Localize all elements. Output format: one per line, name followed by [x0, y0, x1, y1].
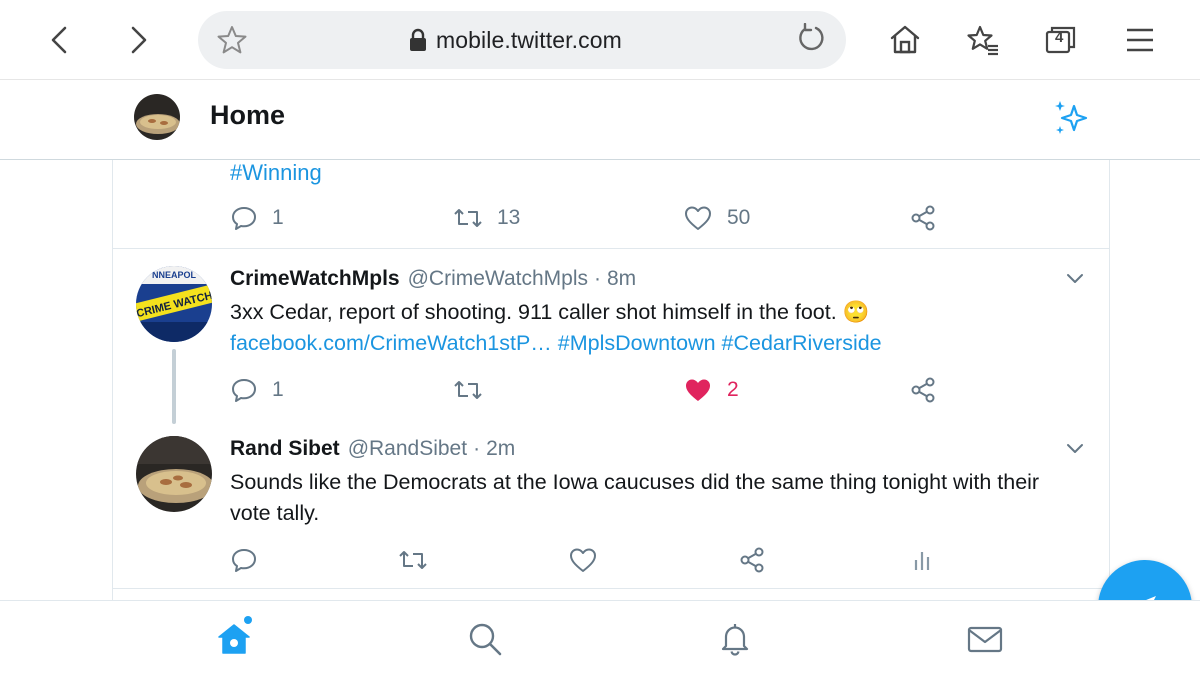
share-icon: [911, 205, 935, 231]
heart-icon: [570, 548, 596, 572]
address-bar[interactable]: mobile.twitter.com: [198, 11, 846, 69]
back-button[interactable]: [35, 15, 85, 65]
nav-messages[interactable]: [965, 619, 1005, 659]
hamburger-menu-icon: [1127, 28, 1153, 52]
reply-icon: [232, 379, 256, 402]
chevron-right-icon: [131, 26, 147, 54]
reply-button[interactable]: 1: [230, 375, 284, 405]
bottom-navigation: [0, 600, 1200, 675]
timestamp[interactable]: 8m: [607, 267, 636, 290]
tweet[interactable]: #Winning 1 13 50: [113, 160, 1109, 249]
reply-icon: [232, 207, 256, 230]
share-icon: [911, 377, 935, 403]
display-name[interactable]: Rand Sibet: [230, 437, 340, 460]
bookmarks-button[interactable]: [958, 15, 1008, 65]
hashtag-link[interactable]: #MplsDowntown: [558, 331, 716, 355]
tab-count: 4: [1055, 29, 1064, 46]
handle[interactable]: @RandSibet: [348, 437, 467, 460]
analytics-icon: [914, 552, 930, 570]
retweet-icon: [454, 381, 482, 399]
share-button[interactable]: [909, 375, 937, 405]
tweet-links: facebook.com/CrimeWatch1stP… #MplsDownto…: [230, 328, 1070, 359]
tweet[interactable]: Rand Sibet @RandSibet · 2m Sounds like the …: [113, 419, 1109, 589]
like-count: 50: [727, 206, 751, 229]
app-header: Home: [0, 80, 1200, 160]
retweet-icon: [454, 209, 482, 227]
retweet-button[interactable]: [398, 545, 428, 575]
sparkle-icon: [1055, 101, 1088, 134]
top-tweets-button[interactable]: [1052, 98, 1092, 143]
tweet-menu-button[interactable]: [1064, 439, 1086, 462]
share-button[interactable]: [909, 203, 937, 233]
pizza-photo-icon: [134, 94, 180, 140]
hashtag-link[interactable]: #Winning: [230, 160, 322, 186]
like-button[interactable]: [568, 545, 598, 575]
browser-home-icon: [890, 25, 920, 54]
like-button[interactable]: 50: [683, 203, 750, 233]
tweet[interactable]: NNEAPOL CRIME WATCH CrimeWatchMpls @Crime…: [113, 249, 1109, 424]
nav-notifications[interactable]: [715, 619, 755, 659]
bookmark-star-icon[interactable]: [216, 24, 248, 56]
browser-toolbar: mobile.twitter.com 4: [0, 0, 1200, 80]
heart-icon: [685, 206, 711, 230]
profile-avatar[interactable]: [134, 94, 180, 140]
reload-icon[interactable]: [794, 23, 826, 55]
retweet-button[interactable]: [453, 375, 483, 405]
home-button[interactable]: [880, 15, 930, 65]
new-content-indicator: [244, 616, 252, 624]
bookmarks-star-list-icon: [967, 25, 998, 56]
forward-button[interactable]: [113, 15, 163, 65]
share-icon: [740, 547, 764, 573]
bell-icon: [721, 624, 749, 656]
tweet-actions: 1 2: [230, 375, 950, 405]
lock-icon: [410, 28, 426, 51]
timeline: #Winning 1 13 50 NNEAPOL CRIME WATCH Cri…: [112, 160, 1110, 600]
tweet-menu-button[interactable]: [1064, 269, 1086, 292]
retweet-button[interactable]: 13: [453, 203, 520, 233]
hashtag-link[interactable]: #CedarRiverside: [722, 331, 882, 355]
svg-text:NNEAPOL: NNEAPOL: [152, 270, 197, 280]
reply-count: 1: [272, 378, 284, 401]
retweet-count: 13: [497, 206, 521, 229]
retweet-icon: [399, 551, 427, 569]
menu-button[interactable]: [1115, 15, 1165, 65]
page-title: Home: [210, 100, 286, 130]
nav-search[interactable]: [465, 619, 505, 659]
like-button[interactable]: 2: [683, 375, 739, 405]
mail-icon: [967, 626, 1003, 653]
tweet-header: CrimeWatchMpls @CrimeWatchMpls · 8m: [230, 267, 637, 290]
external-link[interactable]: facebook.com/CrimeWatch1stP…: [230, 331, 552, 355]
tweet-actions: [230, 545, 950, 575]
like-count: 2: [727, 378, 739, 401]
chevron-down-icon: [1067, 444, 1083, 453]
avatar[interactable]: NNEAPOL CRIME WATCH: [136, 266, 212, 342]
tweet-text-line: 3xx Cedar, report of shooting. 911 calle…: [230, 300, 870, 324]
reply-count: 1: [272, 206, 284, 229]
handle[interactable]: @CrimeWatchMpls: [408, 267, 588, 290]
tweet-actions: 1 13 50: [230, 203, 950, 233]
share-button[interactable]: [738, 545, 766, 575]
crimewatch-logo-icon: NNEAPOL CRIME WATCH: [136, 266, 212, 342]
chevron-down-icon: [1067, 274, 1083, 283]
display-name[interactable]: CrimeWatchMpls: [230, 267, 400, 290]
tweet-text: Sounds like the Democrats at the Iowa ca…: [230, 470, 1040, 525]
thread-connector: [172, 349, 176, 424]
search-icon: [469, 623, 502, 656]
avatar[interactable]: [136, 436, 212, 512]
tabs-button[interactable]: 4: [1036, 15, 1086, 65]
reply-button[interactable]: 1: [230, 203, 284, 233]
tweet-text: 3xx Cedar, report of shooting. 911 calle…: [230, 297, 1070, 359]
chevron-left-icon: [51, 26, 67, 54]
tweet-header: Rand Sibet @RandSibet · 2m: [230, 437, 516, 460]
home-icon: [218, 624, 250, 654]
analytics-button[interactable]: [910, 545, 938, 575]
pizza-photo-icon: [136, 436, 212, 512]
url-text: mobile.twitter.com: [436, 27, 622, 53]
nav-home[interactable]: [214, 619, 254, 659]
reply-icon: [232, 549, 256, 572]
timestamp[interactable]: 2m: [486, 437, 515, 460]
reply-button[interactable]: [230, 545, 258, 575]
heart-filled-icon: [686, 379, 710, 401]
